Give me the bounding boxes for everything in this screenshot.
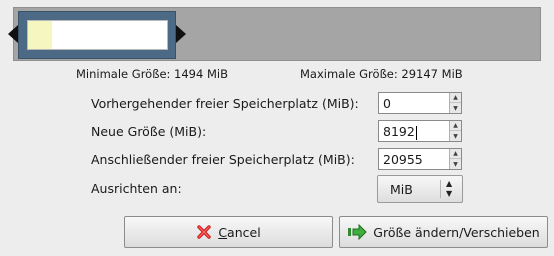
partition-visualizer[interactable] (8, 7, 547, 61)
resize-move-button[interactable]: Größe ändern/Verschieben (339, 216, 548, 248)
spin-down-icon[interactable]: ▼ (450, 103, 461, 113)
spin-down-icon[interactable]: ▼ (450, 131, 461, 141)
spin-up-icon[interactable]: ▲ (450, 121, 461, 131)
preceding-free-spinbox[interactable]: 0 ▲ ▼ (378, 92, 462, 114)
max-size-label: Maximale Größe: 29147 MiB (300, 67, 463, 81)
green-arrow-icon (347, 224, 367, 240)
resize-move-label: Größe ändern/Verschieben (373, 224, 540, 240)
following-free-spinbox[interactable]: 20955 ▲ ▼ (378, 148, 462, 170)
updown-arrows-icon: ▲ ▼ (446, 179, 453, 198)
new-size-value-wrap[interactable]: 8192 (383, 124, 417, 140)
spin-up-icon[interactable]: ▲ (450, 93, 461, 103)
spin-buttons: ▲ ▼ (449, 121, 461, 141)
preceding-free-label: Vorhergehender freier Speicherplatz (MiB… (91, 96, 359, 111)
new-size-spinbox[interactable]: 8192 ▲ ▼ (378, 120, 462, 142)
left-resize-handle[interactable] (8, 25, 18, 43)
min-size-label: Minimale Größe: 1494 MiB (76, 67, 228, 81)
used-space (28, 21, 52, 49)
spin-up-icon[interactable]: ▲ (450, 149, 461, 159)
align-label: Ausrichten an: (91, 181, 182, 196)
combo-separator (440, 180, 441, 198)
cancel-mnemonic: C (218, 224, 228, 240)
spin-buttons: ▲ ▼ (449, 93, 461, 113)
following-free-value[interactable]: 20955 (383, 152, 423, 167)
following-free-label: Anschließender freier Speicherplatz (MiB… (91, 152, 355, 167)
preceding-free-value[interactable]: 0 (383, 96, 391, 111)
align-value: MiB (390, 182, 413, 197)
right-resize-handle[interactable] (176, 25, 186, 43)
partition-block[interactable] (18, 11, 176, 59)
new-size-value[interactable]: 8192 (383, 124, 415, 139)
align-combobox[interactable]: MiB ▲ ▼ (377, 175, 463, 203)
partition-inner (27, 20, 168, 50)
spin-buttons: ▲ ▼ (449, 149, 461, 169)
cancel-label: Cancel (218, 225, 260, 240)
text-cursor (415, 125, 417, 140)
cancel-button[interactable]: Cancel (124, 216, 333, 248)
cancel-label-rest: ancel (227, 224, 261, 240)
new-size-label: Neue Größe (MiB): (91, 124, 207, 139)
spin-down-icon[interactable]: ▼ (450, 159, 461, 169)
red-x-icon (196, 224, 212, 240)
